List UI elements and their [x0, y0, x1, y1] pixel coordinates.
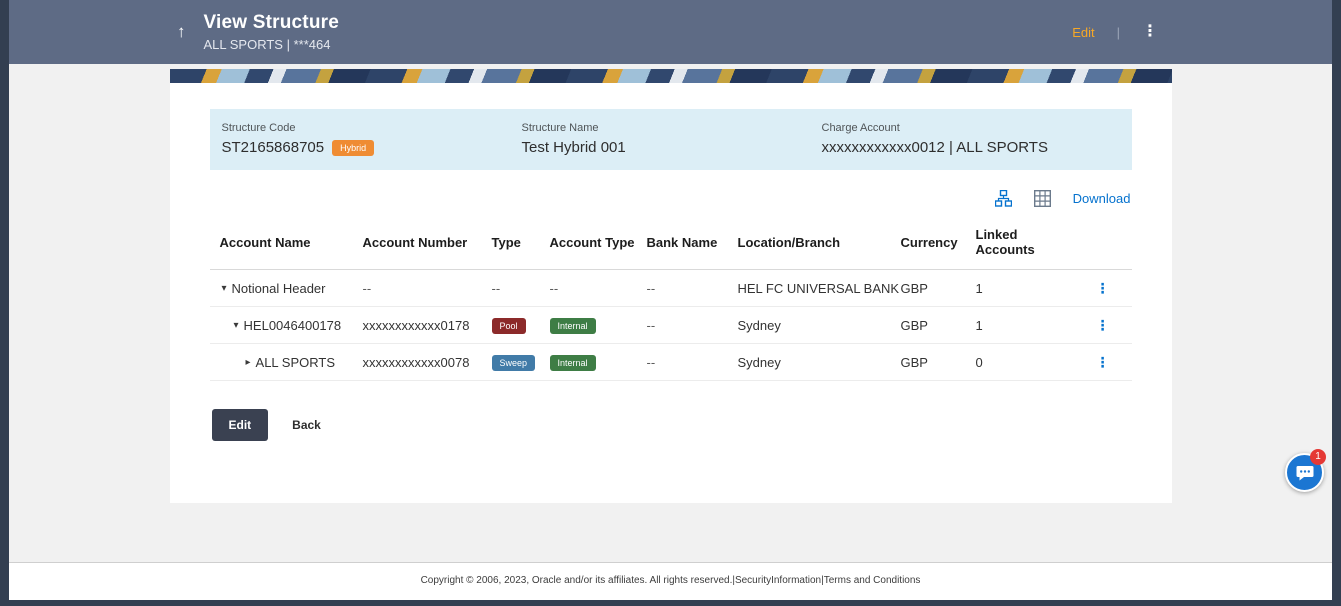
- col-bank-name: Bank Name: [647, 235, 738, 250]
- internal-badge: Internal: [550, 318, 596, 334]
- hierarchy-view-icon[interactable]: [995, 190, 1012, 207]
- footer: Copyright © 2006, 2023, Oracle and/or it…: [9, 562, 1332, 600]
- edit-button[interactable]: Edit: [212, 409, 269, 441]
- type: --: [492, 281, 550, 296]
- account-number: --: [363, 281, 492, 296]
- col-location-branch: Location/Branch: [738, 235, 901, 250]
- caret-down-icon[interactable]: ▾: [222, 283, 227, 294]
- account-type: --: [550, 281, 647, 296]
- col-currency: Currency: [901, 235, 976, 250]
- chat-button[interactable]: 1: [1285, 453, 1324, 492]
- account-number: xxxxxxxxxxxx0178: [363, 318, 492, 333]
- col-type: Type: [492, 235, 550, 250]
- currency: GBP: [901, 355, 976, 370]
- footer-security-information-link[interactable]: SecurityInformation: [735, 575, 821, 586]
- header-edit-link[interactable]: Edit: [1072, 25, 1094, 40]
- summary-field-charge-account: Charge Account xxxxxxxxxxxx0012 | ALL SP…: [822, 122, 1048, 156]
- bank-name: --: [647, 281, 738, 296]
- app-header: ↑ View Structure ALL SPORTS | ***464 Edi…: [9, 0, 1332, 64]
- internal-badge: Internal: [550, 355, 596, 371]
- table-row: ▸ ALL SPORTS xxxxxxxxxxxx0078 Sweep Inte…: [210, 344, 1132, 381]
- header-kebab-menu-icon[interactable]: ⋮: [1142, 24, 1158, 40]
- charge-account-value: xxxxxxxxxxxx0012 | ALL SPORTS: [822, 139, 1048, 156]
- bank-name: --: [647, 318, 738, 333]
- col-account-name: Account Name: [210, 235, 363, 250]
- location-branch: Sydney: [738, 355, 901, 370]
- hybrid-badge: Hybrid: [332, 140, 374, 156]
- currency: GBP: [901, 318, 976, 333]
- action-buttons: Edit Back: [212, 409, 1172, 441]
- account-name: ALL SPORTS: [256, 355, 335, 370]
- page-title: View Structure: [204, 12, 340, 34]
- currency: GBP: [901, 281, 976, 296]
- account-number: xxxxxxxxxxxx0078: [363, 355, 492, 370]
- view-structure-page: ↑ View Structure ALL SPORTS | ***464 Edi…: [9, 0, 1332, 600]
- col-account-number: Account Number: [363, 235, 492, 250]
- row-kebab-menu-icon[interactable]: ⋮: [1096, 317, 1110, 333]
- summary-field-structure-name: Structure Name Test Hybrid 001: [522, 122, 822, 156]
- caret-right-icon[interactable]: ▸: [246, 357, 251, 368]
- linked-accounts: 1: [976, 281, 1076, 296]
- linked-accounts: 0: [976, 355, 1076, 370]
- title-block: View Structure ALL SPORTS | ***464: [204, 12, 340, 52]
- summary-field-structure-code: Structure Code ST2165868705 Hybrid: [222, 122, 522, 156]
- chat-bubble-icon: [1295, 463, 1315, 483]
- bank-name: --: [647, 355, 738, 370]
- footer-terms-link[interactable]: Terms and Conditions: [824, 575, 921, 586]
- location-branch: HEL FC UNIVERSAL BANK: [738, 281, 901, 296]
- scroll-top-arrow-icon[interactable]: ↑: [177, 22, 186, 42]
- caret-down-icon[interactable]: ▾: [234, 320, 239, 331]
- linked-accounts: 1: [976, 318, 1076, 333]
- header-separator: |: [1117, 25, 1120, 40]
- table-view-icon[interactable]: [1034, 190, 1051, 207]
- col-linked-accounts: Linked Accounts: [976, 227, 1076, 257]
- account-name: HEL0046400178: [244, 318, 342, 333]
- structure-name-label: Structure Name: [522, 122, 822, 134]
- row-kebab-menu-icon[interactable]: ⋮: [1096, 354, 1110, 370]
- structure-card: Structure Code ST2165868705 Hybrid Struc…: [170, 69, 1172, 503]
- page-subtitle: ALL SPORTS | ***464: [204, 37, 340, 52]
- table-header-row: Account Name Account Number Type Account…: [210, 215, 1132, 270]
- chat-unread-badge: 1: [1310, 449, 1326, 465]
- download-link[interactable]: Download: [1073, 191, 1131, 206]
- col-account-type: Account Type: [550, 235, 647, 250]
- table-row: ▾ Notional Header -- -- -- -- HEL FC UNI…: [210, 270, 1132, 307]
- structure-code-value: ST2165868705: [222, 139, 325, 156]
- main-content: Structure Code ST2165868705 Hybrid Struc…: [9, 64, 1332, 562]
- accounts-table: Account Name Account Number Type Account…: [210, 215, 1132, 381]
- row-kebab-menu-icon[interactable]: ⋮: [1096, 280, 1110, 296]
- decorative-banner: [170, 69, 1172, 83]
- footer-copyright: Copyright © 2006, 2023, Oracle and/or it…: [421, 575, 735, 586]
- structure-name-value: Test Hybrid 001: [522, 139, 822, 156]
- view-toolbar: Download: [211, 190, 1131, 207]
- location-branch: Sydney: [738, 318, 901, 333]
- structure-summary-panel: Structure Code ST2165868705 Hybrid Struc…: [210, 109, 1132, 170]
- pool-badge: Pool: [492, 318, 526, 334]
- sweep-badge: Sweep: [492, 355, 536, 371]
- account-name: Notional Header: [232, 281, 326, 296]
- table-row: ▾ HEL0046400178 xxxxxxxxxxxx0178 Pool In…: [210, 307, 1132, 344]
- charge-account-label: Charge Account: [822, 122, 1048, 134]
- structure-code-label: Structure Code: [222, 122, 522, 134]
- back-button[interactable]: Back: [292, 418, 321, 432]
- header-actions: Edit | ⋮: [1072, 24, 1158, 40]
